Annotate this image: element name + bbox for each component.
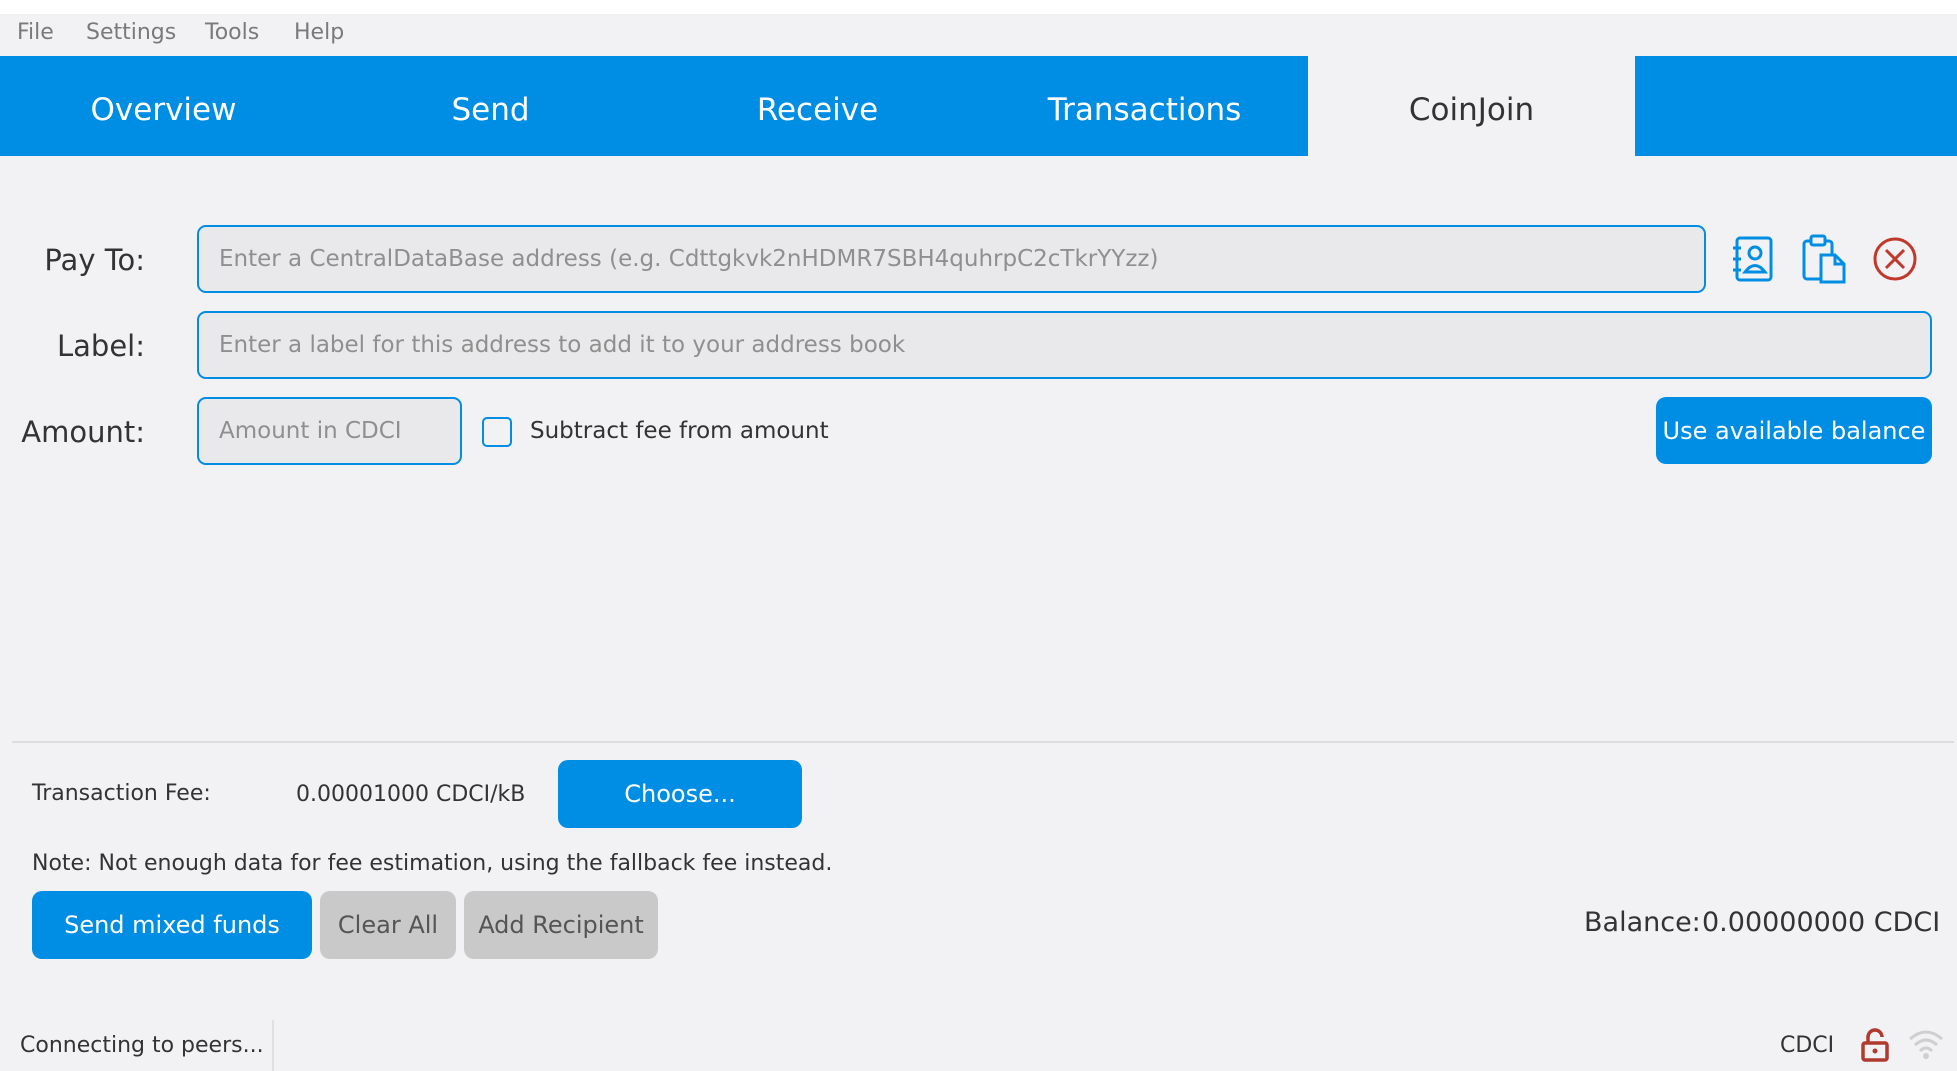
menu-file[interactable]: File <box>17 20 54 45</box>
amount-label: Amount: <box>21 415 145 449</box>
balance-label: Balance: <box>1584 907 1701 938</box>
fee-note: Note: Not enough data for fee estimation… <box>32 851 833 876</box>
status-separator <box>272 1020 274 1071</box>
tab-bar: Overview Send Receive Transactions CoinJ… <box>0 56 1957 156</box>
menu-tools[interactable]: Tools <box>205 20 259 45</box>
address-book-icon[interactable] <box>1729 235 1777 283</box>
menu-bar: File Settings Tools Help <box>0 14 1957 56</box>
amount-input[interactable]: Amount in CDCI <box>197 397 462 465</box>
label-input[interactable]: Enter a label for this address to add it… <box>197 311 1932 379</box>
menu-help[interactable]: Help <box>294 20 344 45</box>
add-recipient-button[interactable]: Add Recipient <box>464 891 658 959</box>
pay-to-label: Pay To: <box>44 243 145 277</box>
transaction-fee-label: Transaction Fee: <box>32 781 211 806</box>
use-available-balance-button[interactable]: Use available balance <box>1656 397 1932 464</box>
tab-coinjoin[interactable]: CoinJoin <box>1308 56 1635 156</box>
divider <box>12 741 1954 743</box>
clear-all-button[interactable]: Clear All <box>320 891 456 959</box>
status-text: Connecting to peers... <box>20 1033 264 1058</box>
menu-settings[interactable]: Settings <box>86 20 176 45</box>
tab-transactions[interactable]: Transactions <box>981 56 1308 156</box>
network-icon[interactable] <box>1906 1026 1946 1064</box>
tab-overview[interactable]: Overview <box>0 56 327 156</box>
remove-icon[interactable] <box>1871 235 1919 283</box>
tab-send[interactable]: Send <box>327 56 654 156</box>
transaction-fee-value: 0.00001000 CDCI/kB <box>296 782 526 807</box>
paste-icon[interactable] <box>1800 233 1848 285</box>
tab-receive[interactable]: Receive <box>654 56 981 156</box>
subtract-fee-label[interactable]: Subtract fee from amount <box>530 418 829 444</box>
label-label: Label: <box>56 329 145 363</box>
window-top-strip <box>0 0 1957 14</box>
pay-to-input[interactable]: Enter a CentralDataBase address (e.g. Cd… <box>197 225 1706 293</box>
choose-fee-button[interactable]: Choose... <box>558 760 802 828</box>
balance-value: 0.00000000 CDCI <box>1702 907 1941 938</box>
status-bar <box>0 1016 1957 1071</box>
subtract-fee-checkbox[interactable] <box>482 417 512 447</box>
unit-label[interactable]: CDCI <box>1780 1033 1834 1058</box>
send-mixed-funds-button[interactable]: Send mixed funds <box>32 891 312 959</box>
lock-open-icon[interactable] <box>1858 1026 1892 1064</box>
